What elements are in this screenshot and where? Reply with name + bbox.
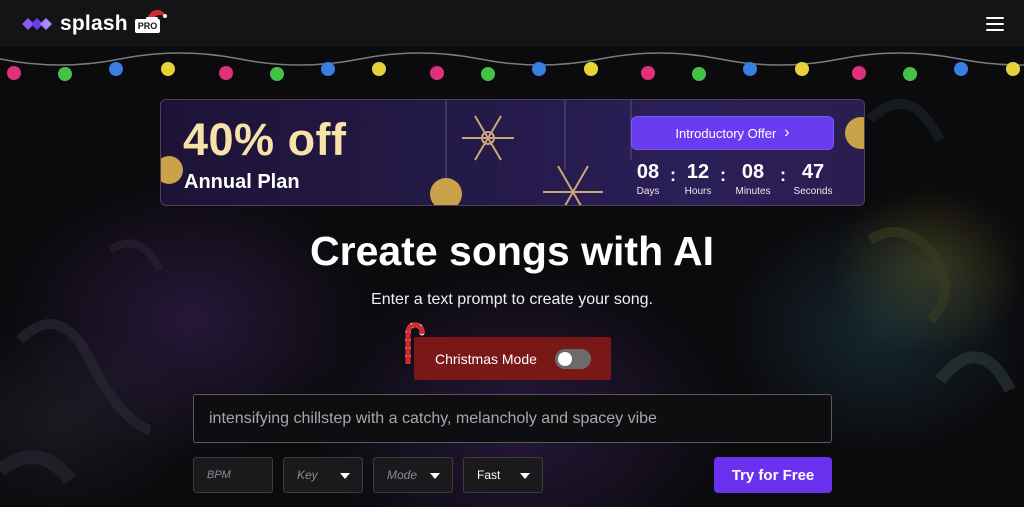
dropdown-caret-icon xyxy=(340,473,350,479)
countdown-separator: : xyxy=(670,165,676,185)
hamburger-menu-icon[interactable] xyxy=(986,16,1004,31)
promo-banner[interactable]: 40% off Annual Plan Introductory Offer ›… xyxy=(160,99,865,206)
days-label: Days xyxy=(636,186,660,197)
speed-select[interactable]: Fast xyxy=(463,457,543,493)
seconds-label: Seconds xyxy=(793,186,833,197)
countdown-seconds: 47 Seconds xyxy=(789,160,837,197)
introductory-offer-button[interactable]: Introductory Offer › xyxy=(631,116,834,150)
try-button-label: Try for Free xyxy=(731,466,815,484)
christmas-mode-label: Christmas Mode xyxy=(435,350,537,367)
speed-select-value: Fast xyxy=(477,468,501,482)
song-prompt-input[interactable] xyxy=(193,394,832,443)
pro-badge: PRO xyxy=(134,9,167,33)
countdown-separator: : xyxy=(780,165,786,185)
discount-headline: 40% off xyxy=(183,114,347,165)
offer-button-label: Introductory Offer xyxy=(675,125,777,141)
page-subtitle: Enter a text prompt to create your song. xyxy=(371,291,653,308)
try-for-free-button[interactable]: Try for Free xyxy=(714,457,832,493)
christmas-lights-decoration xyxy=(0,52,1024,81)
candy-cane-icon xyxy=(405,322,425,364)
seconds-value: 47 xyxy=(801,161,825,183)
mode-select[interactable]: Mode xyxy=(373,457,453,493)
key-select[interactable]: Key xyxy=(283,457,363,493)
chevron-right-icon: › xyxy=(784,124,790,141)
top-nav-bar: splash PRO xyxy=(0,0,1024,47)
key-select-label: Key xyxy=(297,468,318,482)
splash-logo-icon xyxy=(22,17,52,30)
pro-badge-label: PRO xyxy=(137,20,158,31)
hours-label: Hours xyxy=(684,186,712,197)
countdown-hours: 12 Hours xyxy=(679,160,717,197)
christmas-mode-panel: Christmas Mode xyxy=(414,337,611,380)
bpm-placeholder: BPM xyxy=(207,469,231,481)
dropdown-caret-icon xyxy=(430,473,440,479)
toggle-knob xyxy=(557,351,572,366)
countdown-days: 08 Days xyxy=(629,160,667,197)
christmas-mode-toggle[interactable] xyxy=(554,348,591,369)
page-title: Create songs with AI xyxy=(310,228,714,274)
santa-hat-icon xyxy=(145,9,167,20)
countdown-separator: : xyxy=(720,165,726,185)
countdown-minutes: 08 Minutes xyxy=(729,160,777,197)
days-value: 08 xyxy=(636,161,660,183)
dropdown-caret-icon xyxy=(520,473,530,479)
plan-label: Annual Plan xyxy=(184,171,300,193)
minutes-label: Minutes xyxy=(735,186,771,197)
mode-select-label: Mode xyxy=(387,468,418,482)
bpm-input[interactable]: BPM xyxy=(193,457,273,493)
brand-logo[interactable]: splash PRO xyxy=(22,9,167,36)
countdown-timer: 08 Days : 12 Hours : 08 Minutes : 47 Sec… xyxy=(629,160,839,200)
minutes-value: 08 xyxy=(741,161,765,183)
brand-name: splash xyxy=(60,11,128,35)
hours-value: 12 xyxy=(686,161,710,183)
